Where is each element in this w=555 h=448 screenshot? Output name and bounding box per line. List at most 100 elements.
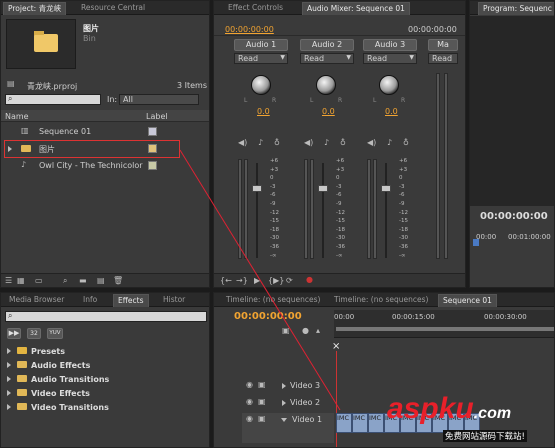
eye-icon[interactable]: ◉ xyxy=(246,380,253,389)
list-item[interactable]: Audio Transitions xyxy=(1,373,209,386)
expand-icon[interactable] xyxy=(7,348,11,354)
column-label[interactable]: Label xyxy=(146,112,168,121)
channel-2-fader[interactable] xyxy=(318,185,328,192)
tab-history[interactable]: Histor xyxy=(159,294,189,307)
go-to-out-icon[interactable]: →} xyxy=(236,276,248,285)
tab-project[interactable]: Project: 青龙峡 xyxy=(3,2,67,15)
clip[interactable]: IMC xyxy=(368,413,384,433)
expand-icon[interactable] xyxy=(7,404,11,410)
go-to-in-icon[interactable]: {← xyxy=(220,276,232,285)
lock-icon[interactable]: ▣ xyxy=(258,380,266,389)
solo-icon[interactable]: ♪ xyxy=(387,138,392,147)
scale-label: -30 xyxy=(399,235,408,242)
clip[interactable]: IMC xyxy=(352,413,368,433)
list-item[interactable]: Presets xyxy=(1,345,209,358)
accelerated-effects-icon[interactable]: ▶▶ xyxy=(7,328,21,339)
clip[interactable]: IMC xyxy=(336,413,352,433)
pan-knob-2[interactable] xyxy=(316,75,336,95)
play-icon[interactable]: ▶ xyxy=(254,276,260,285)
tab-effect-controls[interactable]: Effect Controls xyxy=(224,2,287,15)
play-in-out-icon[interactable]: {▶} xyxy=(268,276,284,285)
mute-icon[interactable]: ◀) xyxy=(367,138,376,147)
32bit-effects-button[interactable]: 32 xyxy=(27,328,41,339)
yuv-effects-button[interactable]: YUV xyxy=(47,328,63,339)
search-input[interactable]: ⌕ xyxy=(5,94,101,105)
expand-icon[interactable] xyxy=(8,146,12,152)
tab-timeline-2[interactable]: Timeline: (no sequences) xyxy=(330,294,432,307)
new-item-icon[interactable]: ▤ xyxy=(97,276,105,285)
lock-icon[interactable]: ▣ xyxy=(258,414,266,423)
pan-knob-1[interactable] xyxy=(251,75,271,95)
list-item-audio[interactable]: ♪ Owl City - The Technicolor xyxy=(1,159,209,173)
record-icon[interactable]: ♁ xyxy=(403,138,409,147)
list-item[interactable]: Video Effects xyxy=(1,387,209,400)
channel-1-fader[interactable] xyxy=(252,185,262,192)
expand-icon[interactable] xyxy=(281,418,287,422)
list-item[interactable]: Video Transitions xyxy=(1,401,209,414)
expand-icon[interactable] xyxy=(282,400,286,406)
channel-1-name[interactable]: Audio 1 xyxy=(234,39,288,51)
master-mode[interactable]: Read xyxy=(428,53,458,64)
track-header-video-2[interactable]: ◉ ▣ Video 2 xyxy=(242,396,334,410)
column-name[interactable]: Name xyxy=(5,112,29,121)
new-bin-icon[interactable]: ▬ xyxy=(79,276,87,285)
eye-icon[interactable]: ◉ xyxy=(246,414,253,423)
work-area-bar[interactable] xyxy=(336,327,554,331)
in-dropdown[interactable]: All xyxy=(119,94,199,105)
pan-value-1[interactable]: 0.0 xyxy=(257,107,270,116)
tab-timeline-1[interactable]: Timeline: (no sequences) xyxy=(222,294,324,307)
channel-3-name[interactable]: Audio 3 xyxy=(363,39,417,51)
mute-icon[interactable]: ◀) xyxy=(238,138,247,147)
delete-icon[interactable]: 🗑 xyxy=(113,276,123,285)
tab-media-browser[interactable]: Media Browser xyxy=(5,294,68,307)
find-icon[interactable]: ⌕ xyxy=(63,276,67,286)
tab-sequence-01[interactable]: Sequence 01 xyxy=(438,294,497,307)
timeline-ruler[interactable]: 00:00 00:00:15:00 00:00:30:00 xyxy=(334,310,554,338)
marker-icon[interactable]: ● xyxy=(302,326,309,335)
master-channel-name[interactable]: Ma xyxy=(428,39,458,51)
channel-3-mode[interactable]: Read ▼ xyxy=(363,53,417,64)
record-icon[interactable]: ♁ xyxy=(274,138,280,147)
db-scale-1: +6 +3 0 -3 -6 -9 -12 -15 -18 -30 -36 -∞ xyxy=(270,157,286,260)
tab-program[interactable]: Program: Sequenc xyxy=(478,2,554,15)
list-view-icon[interactable]: ☰ xyxy=(5,276,12,285)
list-item-bin[interactable]: 图片 xyxy=(1,142,209,156)
loop-icon[interactable]: ⟳ xyxy=(286,276,293,285)
solo-icon[interactable]: ♪ xyxy=(258,138,263,147)
snap-icon[interactable]: ▣ xyxy=(282,326,290,335)
pan-value-3[interactable]: 0.0 xyxy=(385,107,398,116)
add-marker-icon[interactable]: ▴ xyxy=(316,326,320,335)
mixer-time-left[interactable]: 00:00:00:00 xyxy=(225,25,274,34)
expand-icon[interactable] xyxy=(7,376,11,382)
solo-icon[interactable]: ♪ xyxy=(324,138,329,147)
record-icon[interactable]: ♁ xyxy=(340,138,346,147)
icon-view-icon[interactable]: ▦ xyxy=(17,276,25,285)
track-header-video-1[interactable]: ◉ ▣ Video 1 xyxy=(242,413,334,443)
tab-effects[interactable]: Effects xyxy=(113,294,149,307)
tab-info[interactable]: Info xyxy=(79,294,101,307)
channel-1-mode[interactable]: Read ▼ xyxy=(234,53,288,64)
automate-icon[interactable]: ▭ xyxy=(35,276,43,285)
playhead-icon[interactable] xyxy=(473,239,479,246)
tab-resource-central[interactable]: Resource Central xyxy=(77,2,149,15)
pan-knob-3[interactable] xyxy=(379,75,399,95)
expand-icon[interactable] xyxy=(7,362,11,368)
list-item[interactable]: Audio Effects xyxy=(1,359,209,372)
timeline-timecode[interactable]: 00:00:00:00 xyxy=(234,311,302,322)
mute-icon[interactable]: ◀) xyxy=(304,138,313,147)
channel-3-fader[interactable] xyxy=(381,185,391,192)
program-timecode[interactable]: 00:00:00:00 xyxy=(480,211,548,222)
tab-audio-mixer[interactable]: Audio Mixer: Sequence 01 xyxy=(302,2,410,15)
effects-search-input[interactable]: ⌕ xyxy=(5,311,207,322)
channel-2-mode[interactable]: Read ▼ xyxy=(300,53,354,64)
track-header-video-3[interactable]: ◉ ▣ Video 3 xyxy=(242,379,334,393)
list-item-sequence[interactable]: ▥ Sequence 01 xyxy=(1,125,209,139)
expand-icon[interactable] xyxy=(282,383,286,389)
pan-value-2[interactable]: 0.0 xyxy=(322,107,335,116)
channel-2-name[interactable]: Audio 2 xyxy=(300,39,354,51)
record-icon[interactable]: ● xyxy=(306,275,313,284)
lock-icon[interactable]: ▣ xyxy=(258,397,266,406)
eye-icon[interactable]: ◉ xyxy=(246,397,253,406)
scale-label: -9 xyxy=(399,200,405,207)
expand-icon[interactable] xyxy=(7,390,11,396)
